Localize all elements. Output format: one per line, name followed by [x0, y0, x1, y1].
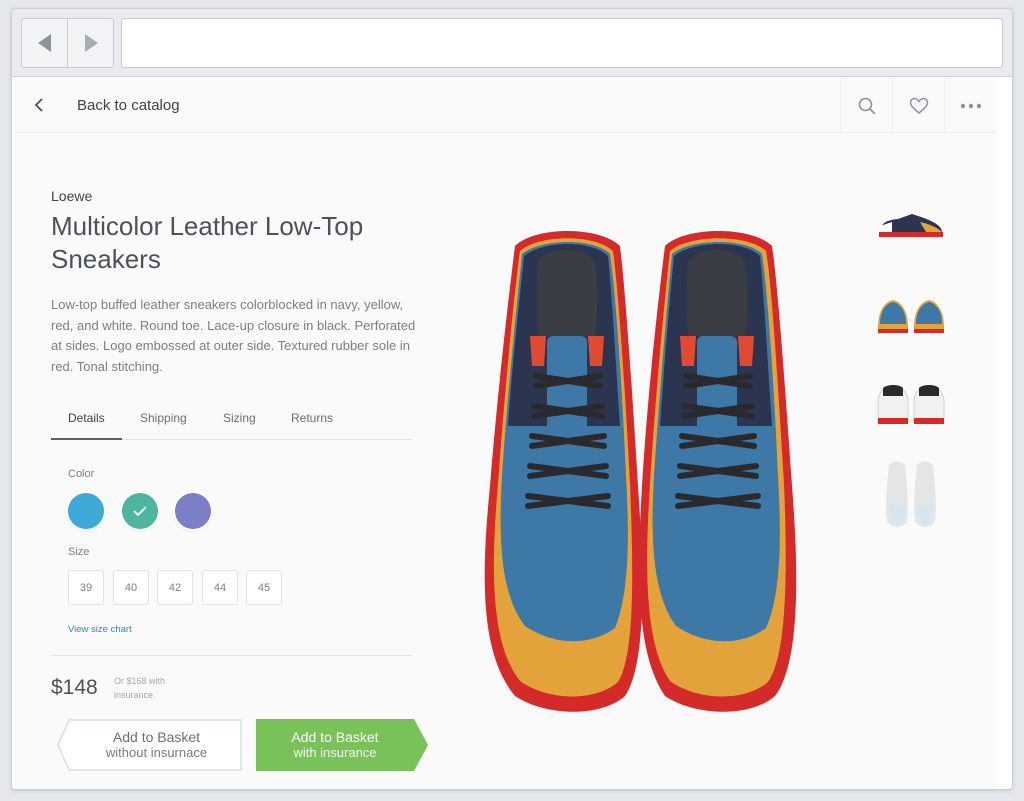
product-price: $148	[51, 676, 98, 699]
size-option-45[interactable]: 45	[246, 570, 282, 605]
add-to-basket-with-insurance-button[interactable]: Add to Basket with insurance	[256, 719, 428, 771]
tab-details[interactable]: Details	[68, 411, 105, 425]
chevron-left-icon[interactable]	[33, 97, 45, 113]
more-dots-icon	[960, 103, 981, 108]
divider	[51, 655, 412, 656]
checkmark-icon	[133, 506, 147, 517]
browser-back-button[interactable]	[22, 19, 67, 67]
sneaker-back-thumbnail	[877, 385, 945, 424]
more-options-button[interactable]	[944, 78, 996, 133]
button-sublabel: with insurance	[293, 745, 377, 760]
arrow-left-icon	[37, 34, 51, 52]
color-label: Color	[68, 468, 95, 480]
tab-shipping[interactable]: Shipping	[140, 411, 187, 425]
color-swatch-teal-selected[interactable]	[122, 493, 158, 529]
thumbnail-side-view[interactable]	[865, 183, 957, 267]
size-option-44[interactable]: 44	[202, 570, 238, 605]
sneaker-side-thumbnail	[879, 214, 943, 237]
arrow-right-icon	[84, 34, 98, 52]
thumbnail-top-view[interactable]	[865, 453, 957, 537]
sneaker-front-thumbnail	[878, 300, 944, 333]
insurance-price-note: Or $168 with insurance.	[114, 676, 166, 700]
tab-sizing[interactable]: Sizing	[223, 411, 256, 425]
add-to-basket-without-insurance-button[interactable]: Add to Basket without insurnace	[57, 719, 242, 771]
search-icon	[858, 97, 876, 115]
address-bar[interactable]	[121, 18, 1003, 68]
left-shoe	[484, 231, 643, 712]
size-option-42[interactable]: 42	[157, 570, 193, 605]
browser-toolbar	[12, 9, 1012, 77]
favorite-button[interactable]	[892, 78, 944, 133]
right-shoe	[639, 231, 797, 712]
browser-window: Back to catalog Loewe Multicolor Leather…	[11, 8, 1013, 790]
button-sublabel: without insurnace	[105, 745, 208, 760]
size-chart-link[interactable]: View size chart	[68, 624, 132, 635]
thumbnail-back-view[interactable]	[865, 363, 957, 447]
product-tabs: Details Shipping Sizing Returns	[51, 408, 412, 440]
page-header: Back to catalog	[15, 78, 997, 133]
product-page: Back to catalog Loewe Multicolor Leather…	[15, 78, 997, 789]
product-hero-image[interactable]	[460, 226, 820, 720]
product-brand: Loewe	[51, 188, 93, 204]
thumbnail-front-view[interactable]	[865, 273, 957, 357]
color-swatch-purple[interactable]	[175, 493, 211, 529]
nav-buttons	[21, 18, 114, 68]
tab-returns[interactable]: Returns	[291, 411, 333, 425]
search-button[interactable]	[840, 78, 892, 133]
browser-forward-button[interactable]	[67, 19, 113, 67]
active-tab-indicator	[51, 438, 122, 440]
back-to-catalog-link[interactable]: Back to catalog	[77, 97, 180, 114]
sneaker-top-thumbnail	[886, 461, 936, 527]
heart-icon	[909, 97, 928, 114]
color-swatch-blue[interactable]	[68, 493, 104, 529]
size-label: Size	[68, 546, 90, 558]
product-description: Low-top buffed leather sneakers colorblo…	[51, 297, 416, 374]
size-option-39[interactable]: 39	[68, 570, 104, 605]
button-label: Add to Basket	[112, 729, 201, 745]
product-title: Multicolor Leather Low-Top Sneakers	[51, 211, 364, 274]
button-label: Add to Basket	[291, 729, 379, 745]
size-option-40[interactable]: 40	[113, 570, 149, 605]
